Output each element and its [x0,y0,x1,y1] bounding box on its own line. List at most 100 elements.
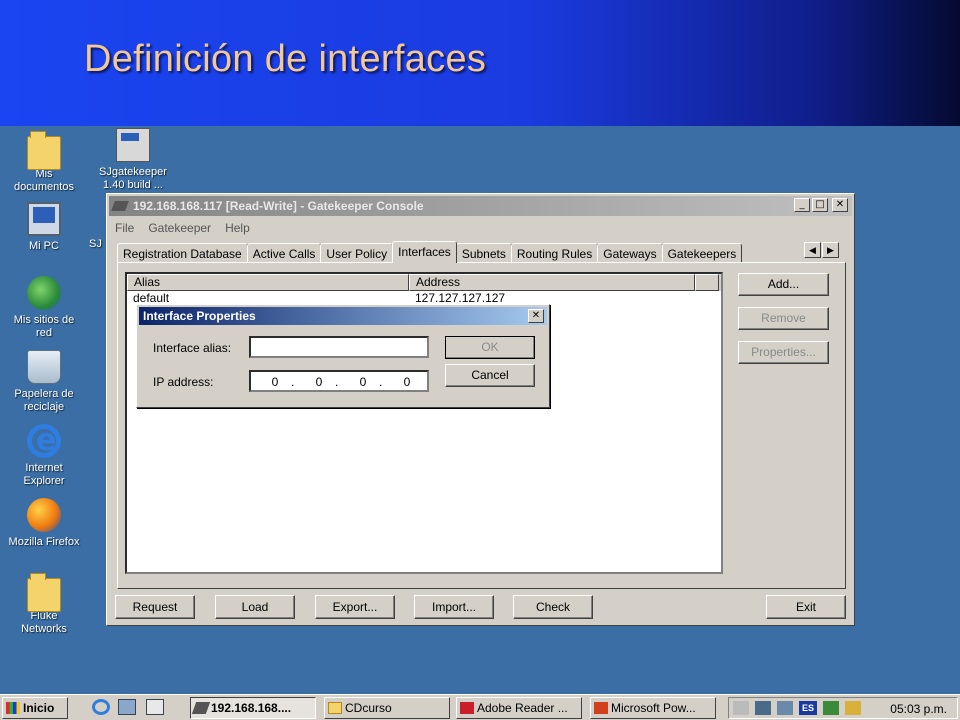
desktop-icon-label: Papelera de reciclaje [14,388,74,413]
system-tray: ES 05:03 p.m. [728,697,958,719]
menu-file[interactable]: File [115,221,134,235]
tab-gateways[interactable]: Gateways [597,243,663,262]
window-titlebar[interactable]: 192.168.168.117 [Read-Write] - Gatekeepe… [109,196,852,216]
load-button[interactable]: Load [215,595,295,619]
interface-properties-dialog: Interface Properties ✕ Interface alias: … [136,304,550,408]
tab-interfaces[interactable]: Interfaces [392,241,457,263]
tab-registration-database[interactable]: Registration Database [117,243,248,262]
slide-title-banner: Definición de interfaces [0,0,960,126]
close-button[interactable]: ✕ [832,198,848,212]
ip-address-label: IP address: [153,375,214,389]
internet-explorer-icon[interactable] [92,699,110,715]
tab-gatekeepers[interactable]: Gatekeepers [661,243,743,262]
cancel-button[interactable]: Cancel [445,364,535,387]
taskbar-item-label: 192.168.168.... [211,701,292,715]
menu-gatekeeper[interactable]: Gatekeeper [148,221,211,235]
add-button[interactable]: Add... [738,273,829,296]
volume-icon[interactable] [733,701,749,715]
remove-button[interactable]: Remove [738,307,829,330]
start-label: Inicio [23,701,55,715]
clock: 05:03 p.m. [890,702,947,716]
menu-bar: File Gatekeeper Help [107,218,854,237]
desktop-icon-papelera[interactable]: Papelera de reciclaje [0,350,88,414]
tab-scroll-left-icon[interactable]: ◀ [804,242,821,258]
show-desktop-icon[interactable] [146,699,164,715]
powerpoint-icon [594,702,608,714]
desktop-icon-firefox[interactable]: Mozilla Firefox [0,498,88,549]
desktop-icon-label: Mi PC [29,240,59,252]
check-button[interactable]: Check [513,595,593,619]
ip-address-input[interactable]: 0 . 0 . 0 . 0 [249,370,429,392]
folder-icon [27,573,61,612]
desktop-icon-partial[interactable]: SJ [89,238,107,251]
desktop-icon-label: Internet Explorer [23,462,65,487]
desktop-icon-fluke-networks[interactable]: Fluke Networks [0,572,88,636]
taskbar: Inicio 192.168.168.... CDcurso Adobe Rea… [0,694,960,720]
gatekeeper-console-window: 192.168.168.117 [Read-Write] - Gatekeepe… [106,193,855,626]
desktop-icon-mi-pc[interactable]: Mi PC [0,202,88,253]
computer-icon [27,202,61,236]
desktop-icon-label: SJ [89,238,102,250]
security-icon[interactable] [823,701,839,715]
tab-active-calls[interactable]: Active Calls [246,243,322,262]
desktop-icon-sjgatekeeper[interactable]: SJgatekeeper 1.40 build ... [89,128,177,192]
ip-dot: . [379,375,383,389]
list-item[interactable]: default 127.127.127.127 [127,291,721,305]
desktop-icon-mis-sitios-de-red[interactable]: Mis sitios de red [0,276,88,340]
desktop-icon-label: Mis documentos [14,168,74,193]
windows-logo-icon [6,702,20,714]
taskbar-item-powerpoint[interactable]: Microsoft Pow... [590,697,716,719]
app-icon [191,702,211,714]
interface-alias-label: Interface alias: [153,341,232,355]
internet-explorer-icon [27,423,61,458]
desktop-icon-label: SJgatekeeper 1.40 build ... [99,166,167,191]
language-indicator[interactable]: ES [799,701,817,715]
taskbar-item-label: CDcurso [345,701,392,715]
column-header-address[interactable]: Address [409,274,695,291]
taskbar-item-gatekeeper[interactable]: 192.168.168.... [190,697,316,719]
tab-user-policy[interactable]: User Policy [320,243,394,262]
export-button[interactable]: Export... [315,595,395,619]
app-icon [111,201,129,211]
desktop-icon-label: Mis sitios de red [13,314,75,339]
folder-icon [27,131,61,170]
ok-button[interactable]: OK [445,336,535,359]
outlook-express-icon[interactable] [118,699,136,715]
start-button[interactable]: Inicio [2,697,68,719]
adobe-reader-icon [460,702,474,714]
tab-routing-rules[interactable]: Routing Rules [510,243,599,262]
exit-button[interactable]: Exit [766,595,846,619]
taskbar-item-cdcurso[interactable]: CDcurso [324,697,450,719]
ip-octet-3: 0 [359,375,367,389]
maximize-button[interactable]: □ [812,198,828,212]
ip-octet-2: 0 [315,375,323,389]
desktop-icon-mis-documentos[interactable]: Mis documentos [0,130,88,194]
menu-help[interactable]: Help [225,221,250,235]
request-button[interactable]: Request [115,595,195,619]
list-cell-alias: default [133,291,170,305]
import-button[interactable]: Import... [414,595,494,619]
dialog-close-icon[interactable]: ✕ [528,309,544,323]
taskbar-item-label: Adobe Reader ... [477,701,568,715]
desktop-icon-internet-explorer[interactable]: Internet Explorer [0,423,88,488]
properties-button[interactable]: Properties... [738,341,829,364]
tab-scroll-right-icon[interactable]: ▶ [822,242,839,258]
network-disconnected-icon[interactable] [777,701,793,715]
network-places-icon [27,276,61,310]
ip-dot: . [335,375,339,389]
recycle-bin-icon [27,350,61,384]
tab-subnets[interactable]: Subnets [455,243,512,262]
minimize-button[interactable]: _ [794,198,810,212]
taskbar-item-adobe-reader[interactable]: Adobe Reader ... [456,697,582,719]
app-tray-icon[interactable] [845,701,861,715]
interface-alias-input[interactable] [249,336,429,358]
ip-octet-1: 0 [271,375,279,389]
column-header-filler [695,274,719,291]
dialog-titlebar[interactable]: Interface Properties [139,307,547,325]
network-icon[interactable] [755,701,771,715]
ip-dot: . [291,375,295,389]
taskbar-item-label: Microsoft Pow... [611,701,696,715]
desktop-icon-label: Fluke Networks [21,610,67,635]
list-cell-address: 127.127.127.127 [415,291,506,305]
column-header-alias[interactable]: Alias [127,274,409,291]
